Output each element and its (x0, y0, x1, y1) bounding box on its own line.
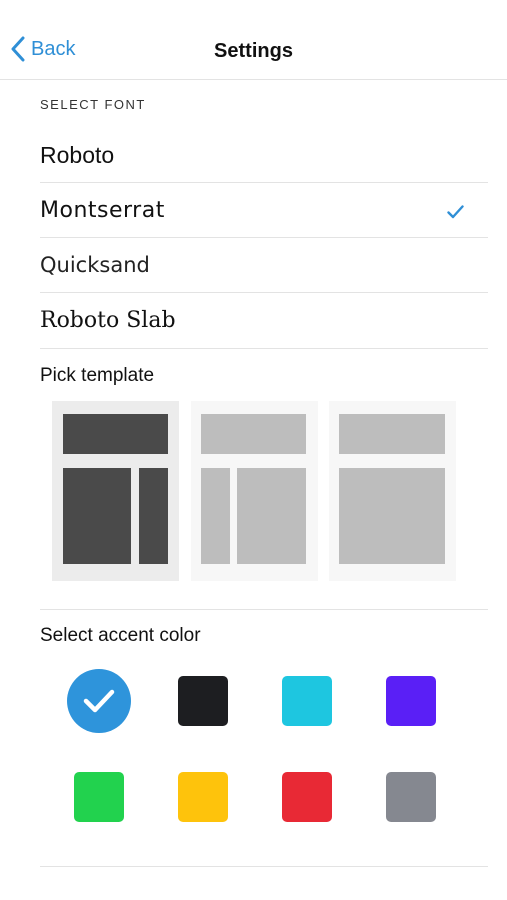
accent-color-swatch-5[interactable] (74, 772, 124, 822)
checkmark-icon (447, 205, 464, 219)
page-title: Settings (214, 40, 293, 62)
font-option-label: Roboto Slab (40, 308, 176, 333)
pick-template-label: Pick template (40, 365, 155, 386)
accent-color-swatch-4[interactable] (386, 676, 436, 726)
font-option-label: Quicksand (40, 253, 150, 277)
accent-color-swatch-3[interactable] (282, 676, 332, 726)
template-main-block (63, 468, 131, 564)
template-option-3[interactable] (329, 401, 456, 581)
template-option-2[interactable] (191, 401, 318, 581)
template-header-block (63, 414, 168, 454)
font-option-label: Roboto (40, 141, 115, 168)
template-side-block (201, 468, 230, 564)
accent-color-swatch-6[interactable] (178, 772, 228, 822)
template-side-block (139, 468, 168, 564)
template-header-block (339, 414, 445, 454)
template-option-1[interactable] (52, 401, 179, 581)
accent-color-swatch-7[interactable] (282, 772, 332, 822)
accent-color-label: Select accent color (40, 625, 201, 646)
divider (40, 866, 488, 867)
divider (40, 609, 488, 610)
select-font-header: SELECT FONT (40, 97, 146, 112)
font-option-montserrat[interactable]: Montserrat (40, 183, 488, 238)
accent-color-swatch-8[interactable] (386, 772, 436, 822)
font-option-label: Montserrat (40, 197, 165, 223)
accent-color-swatch-2[interactable] (178, 676, 228, 726)
font-list: Roboto Montserrat Quicksand Roboto Slab (40, 128, 488, 349)
checkmark-icon (83, 689, 115, 713)
font-option-quicksand[interactable]: Quicksand (40, 238, 488, 293)
template-main-block (237, 468, 306, 564)
accent-color-swatch-1[interactable] (67, 669, 131, 733)
font-option-roboto-slab[interactable]: Roboto Slab (40, 293, 488, 349)
template-header-block (201, 414, 306, 454)
template-main-block (339, 468, 445, 564)
font-option-roboto[interactable]: Roboto (40, 128, 488, 183)
navigation-bar: Back Settings (0, 0, 507, 80)
template-picker (52, 401, 457, 581)
